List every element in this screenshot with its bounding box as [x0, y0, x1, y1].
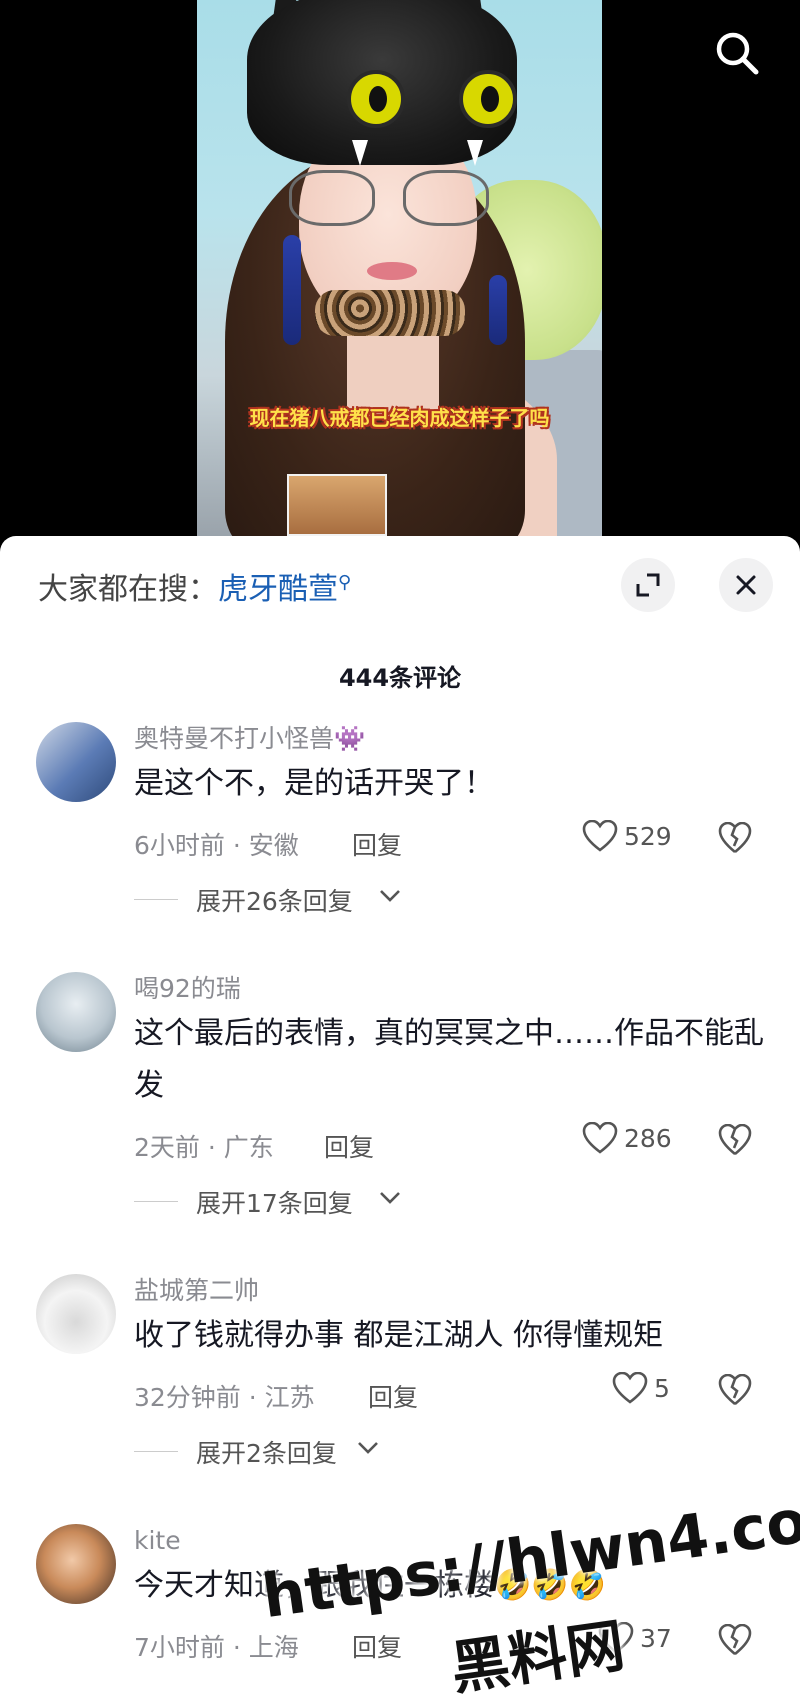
like-count: 37 — [640, 1623, 672, 1653]
broken-heart-icon — [718, 821, 752, 854]
heart-icon — [582, 820, 618, 852]
expand-replies[interactable]: 展开17条回复 — [134, 1182, 764, 1222]
reply-button[interactable]: 回复 — [368, 1378, 418, 1414]
divider — [134, 899, 178, 900]
video-scene-cat-eye — [459, 70, 517, 128]
broken-heart-icon — [718, 1623, 752, 1656]
like-button[interactable]: 37 — [598, 1622, 672, 1654]
video-scene-cat-thumbnail — [287, 474, 387, 536]
heart-icon — [582, 1122, 618, 1154]
comment-time-location: 2天前 · 广东 — [134, 1133, 274, 1162]
dislike-button[interactable] — [718, 1623, 752, 1662]
video-scene-earring — [283, 235, 301, 345]
close-button[interactable] — [719, 558, 773, 612]
chevron-down-icon — [380, 890, 400, 902]
search-suggestion-term[interactable]: 虎牙酷萱 — [218, 572, 338, 607]
avatar[interactable] — [36, 972, 116, 1052]
chevron-down-icon — [380, 1192, 400, 1204]
comment-username[interactable]: 盐城第二帅 — [134, 1274, 764, 1308]
video-scene-glasses — [289, 170, 489, 230]
expand-replies-label: 展开17条回复 — [196, 1189, 353, 1218]
video-scene-cat-eye — [347, 70, 405, 128]
comment-time-location: 7小时前 · 上海 — [134, 1633, 299, 1662]
search-suggestion-prefix: 大家都在搜： — [38, 572, 218, 607]
like-count: 529 — [624, 821, 672, 851]
video-scene-fang — [352, 140, 368, 166]
like-count: 286 — [624, 1123, 672, 1153]
small-search-icon: ⚲ — [338, 572, 352, 593]
reply-button[interactable]: 回复 — [324, 1128, 374, 1164]
video-scene-lips — [367, 262, 417, 280]
like-count: 5 — [654, 1373, 670, 1403]
video-player[interactable]: 现在猪八戒都已经肉成这样子了吗 — [0, 0, 800, 536]
avatar[interactable] — [36, 1524, 116, 1604]
comment-text[interactable]: 收了钱就得办事 都是江湖人 你得懂规矩 — [134, 1310, 764, 1362]
like-button[interactable]: 286 — [582, 1122, 672, 1154]
comment-time-location: 6小时前 · 安徽 — [134, 831, 299, 860]
expand-replies[interactable]: 展开26条回复 — [134, 880, 764, 920]
video-frame[interactable]: 现在猪八戒都已经肉成这样子了吗 — [197, 0, 602, 536]
video-scene-fang — [467, 140, 483, 166]
video-subtitle: 现在猪八戒都已经肉成这样子了吗 — [249, 406, 550, 430]
comment-username[interactable]: kite — [134, 1524, 764, 1558]
comment-text[interactable]: 这个最后的表情，真的冥冥之中……作品不能乱发 — [134, 1008, 764, 1112]
comment-text[interactable]: 是这个不，是的话开哭了！ — [134, 758, 764, 810]
video-scene-earring — [489, 275, 507, 345]
dislike-button[interactable] — [718, 821, 752, 860]
like-button[interactable]: 5 — [612, 1372, 670, 1404]
expand-replies-label: 展开2条回复 — [196, 1439, 337, 1468]
reply-button[interactable]: 回复 — [352, 826, 402, 862]
comment-text[interactable]: 今天才知道，跟我住一栋楼🤣🤣🤣 — [134, 1560, 764, 1612]
comment-count: 444条评论 — [338, 664, 462, 692]
close-icon — [736, 575, 756, 595]
dislike-button[interactable] — [718, 1373, 752, 1412]
broken-heart-icon — [718, 1373, 752, 1406]
divider — [134, 1201, 178, 1202]
expand-icon — [636, 573, 660, 597]
broken-heart-icon — [718, 1123, 752, 1156]
divider — [134, 1451, 178, 1452]
expand-replies-label: 展开26条回复 — [196, 887, 353, 916]
heart-icon — [612, 1372, 648, 1404]
avatar[interactable] — [36, 1274, 116, 1354]
avatar[interactable] — [36, 722, 116, 802]
comment-username[interactable]: 奥特曼不打小怪兽👾 — [134, 722, 764, 756]
heart-icon — [598, 1622, 634, 1654]
comment-username[interactable]: 喝92的瑞 — [134, 972, 764, 1006]
search-icon[interactable] — [712, 28, 762, 78]
search-suggestion[interactable]: 大家都在搜：虎牙酷萱⚲ — [38, 564, 351, 608]
dislike-button[interactable] — [718, 1123, 752, 1162]
chevron-down-icon — [358, 1442, 378, 1454]
expand-button[interactable] — [621, 558, 675, 612]
video-scene-choker — [315, 290, 465, 336]
like-button[interactable]: 529 — [582, 820, 672, 852]
comment-sheet: 大家都在搜：虎牙酷萱⚲ 444条评论 奥特曼不打小怪兽👾 是这个不，是的话开哭了… — [0, 536, 800, 1698]
expand-replies[interactable]: 展开2条回复 — [134, 1432, 764, 1472]
reply-button[interactable]: 回复 — [352, 1628, 402, 1664]
comment-time-location: 32分钟前 · 江苏 — [134, 1383, 315, 1412]
